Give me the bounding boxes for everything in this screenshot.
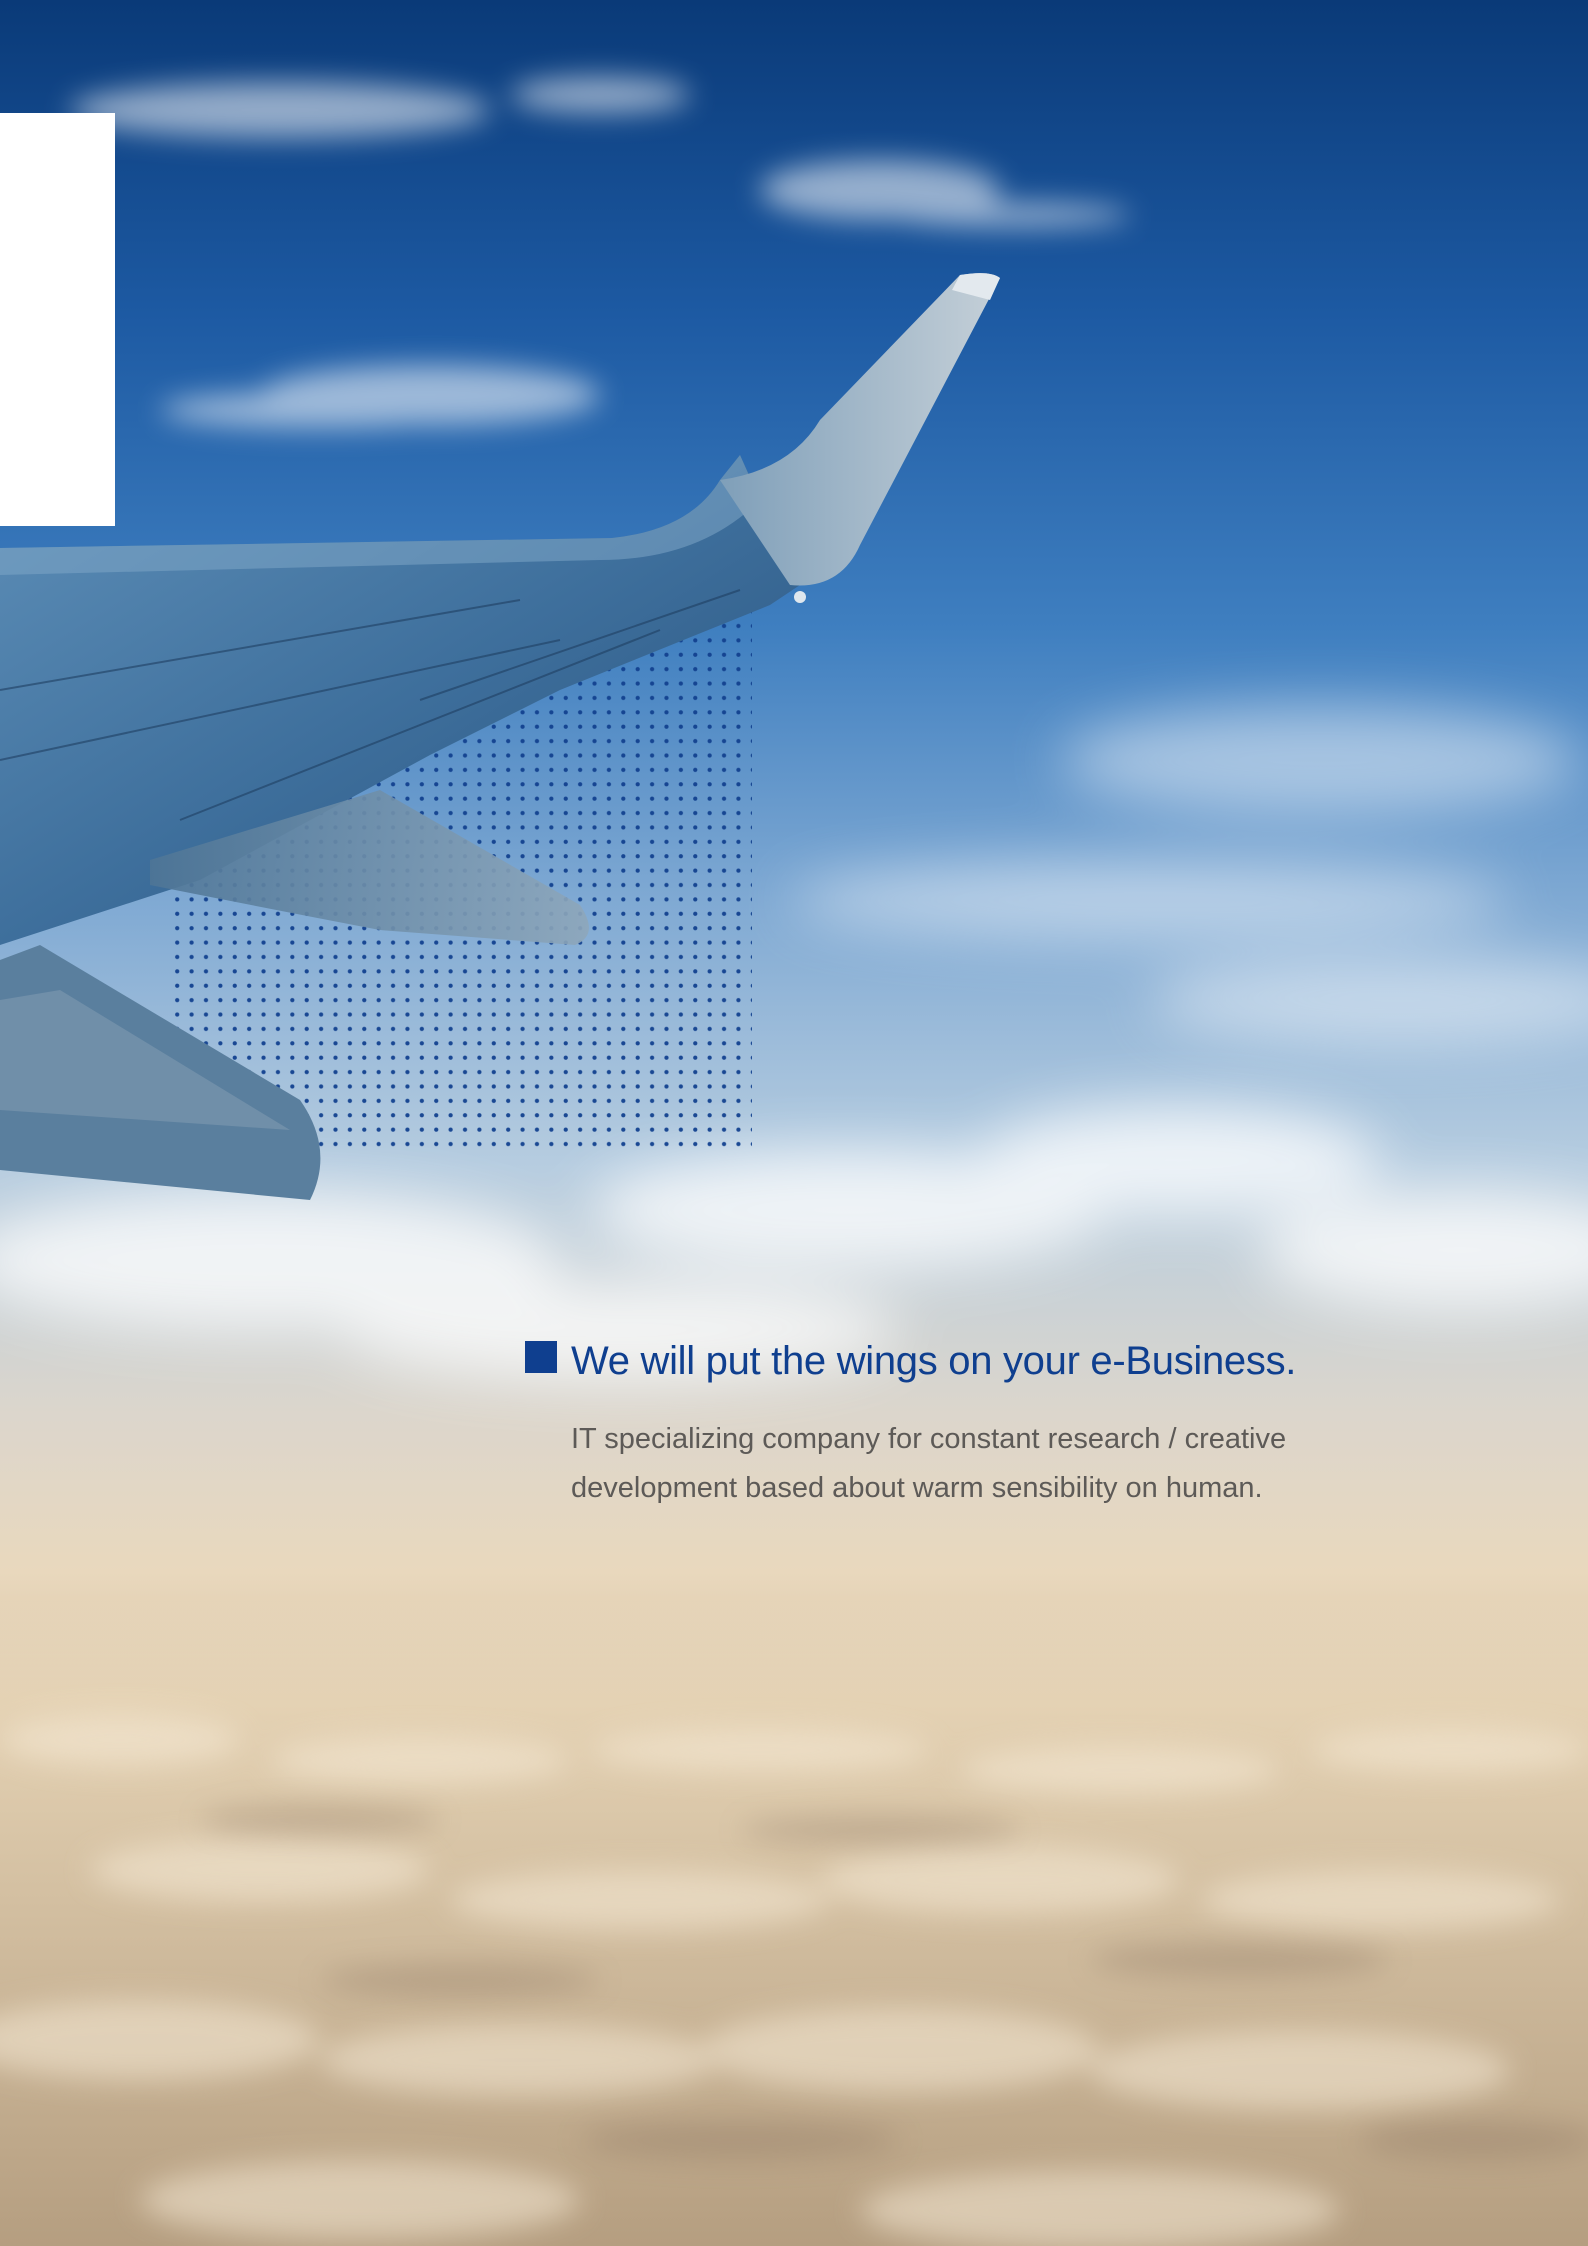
tagline-body: IT specializing company for constant res…	[571, 1415, 1391, 1513]
tagline-body-line: IT specializing company for constant res…	[571, 1423, 1287, 1455]
tagline-body-line: development based about warm sensibility…	[571, 1472, 1263, 1504]
winglet	[720, 273, 1000, 586]
brochure-page: We will put the wings on your e-Business…	[0, 0, 1588, 2246]
airplane-wing	[0, 273, 1000, 1200]
bullet-square-icon	[525, 1341, 557, 1373]
tagline-headline: We will put the wings on your e-Business…	[571, 1339, 1297, 1383]
wingtip-light	[794, 591, 806, 603]
